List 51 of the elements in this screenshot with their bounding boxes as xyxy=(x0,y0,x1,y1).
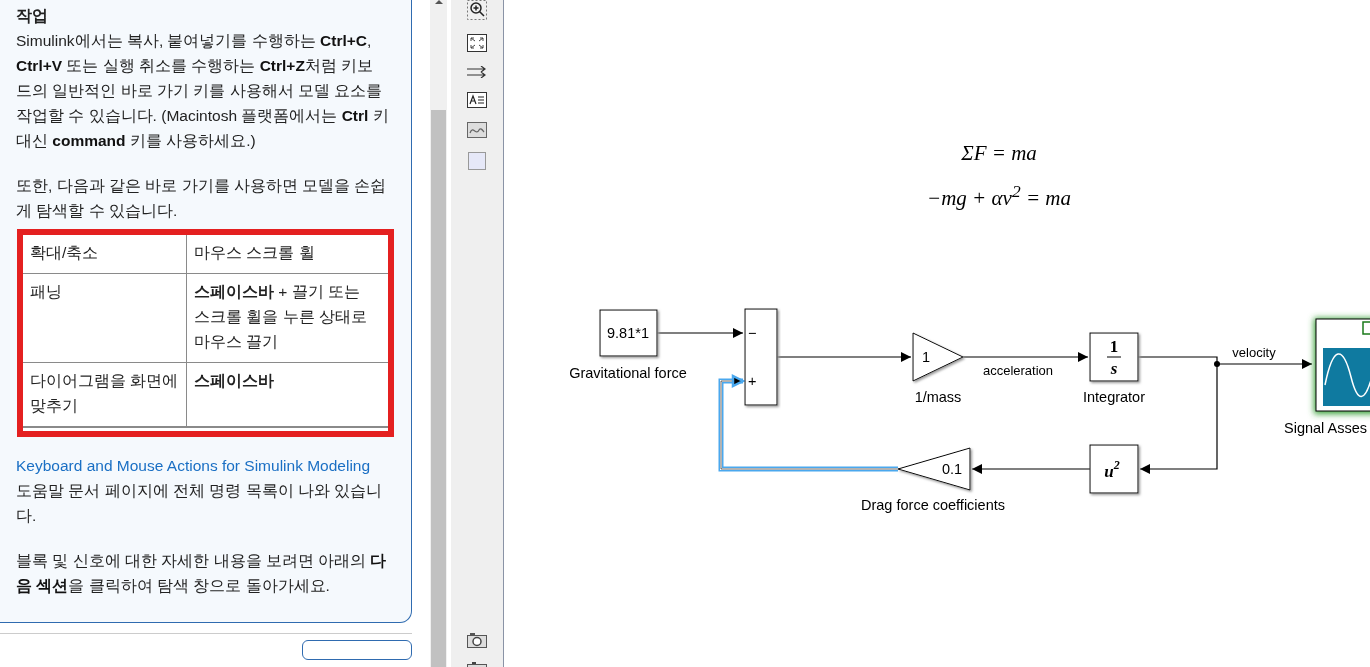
signal-label: velocity xyxy=(1232,345,1276,360)
signal-line[interactable] xyxy=(971,464,1091,474)
sum-block[interactable] xyxy=(744,308,778,406)
camera-icon[interactable] xyxy=(467,632,487,648)
paragraph: Keyboard and Mouse Actions for Simulink Modeling 도움말 문서 페이지에 전체 명령 목록이 나와 있습니다. xyxy=(16,456,384,526)
signal-line[interactable] xyxy=(962,352,1089,362)
paragraph: Simulink에서는 복사, 붙여넣기를 수행하는 Ctrl+C, Ctrl+V 또는 실행 취소를 수행하는 Ctrl+Z처럼 키보드의 일반적인 바로 가기 키를 사용해서 모델 요소를 작업할 수 있습니다. (Macintosh 플랫폼에서는 Ctrl 키 대신 command 키를 사용하세요.) xyxy=(16,31,389,151)
math-function-block[interactable] xyxy=(1089,444,1139,494)
block-label: Gravitational force xyxy=(569,365,687,381)
port-sign: − xyxy=(748,325,757,341)
integrator-block[interactable] xyxy=(1089,332,1139,382)
block-value: s xyxy=(1110,359,1118,378)
block-label: 1/mass xyxy=(914,389,962,405)
block-value: u$^{2}$ xyxy=(1104,458,1120,481)
block-value: 1 xyxy=(1109,337,1119,356)
equation: −mg + αv$^{2}$ = ma xyxy=(927,180,1071,212)
scroll-up-arrow-icon[interactable] xyxy=(434,0,443,4)
text-box-icon[interactable] xyxy=(467,92,487,108)
table-cell: 다이어그램을 화면에 맞추기 xyxy=(30,372,179,414)
scrollbar-thumb[interactable] xyxy=(431,110,446,667)
next-button[interactable] xyxy=(302,640,412,660)
block-value: 9.81*1 xyxy=(607,325,649,341)
signal-line[interactable] xyxy=(656,328,744,338)
section-heading: 작업 xyxy=(16,6,49,26)
paragraph: 블록 및 신호에 대한 자세한 내용을 보려면 아래의 다음 섹션을 클릭하여 탐색 창으로 돌아가세요. xyxy=(16,551,388,596)
arrows-icon[interactable] xyxy=(467,66,487,78)
table-cell: 스페이스바 xyxy=(194,372,274,389)
signal-assessment-block[interactable] xyxy=(1314,318,1370,414)
gain-block[interactable] xyxy=(897,447,971,491)
table-cell: 마우스 스크롤 휠 xyxy=(194,244,315,261)
constant-block[interactable] xyxy=(599,309,658,357)
port-sign: + xyxy=(748,373,757,389)
block-label: Integrator xyxy=(1082,389,1146,405)
zoom-in-icon[interactable] xyxy=(467,0,487,20)
image-icon[interactable] xyxy=(467,122,487,138)
table-cell: 스페이스바 + 끌기 또는 스크롤 휠을 누른 상태로 마우스 끌기 xyxy=(194,283,367,350)
table-cell: 패닝 xyxy=(30,283,62,300)
equation: ΣF = ma xyxy=(961,140,1037,167)
fit-view-icon[interactable] xyxy=(467,34,487,52)
block-label: Signal Asses xyxy=(1284,420,1368,436)
signal-line[interactable] xyxy=(776,352,912,362)
table-cell: 확대/축소 xyxy=(30,244,99,261)
doc-link[interactable]: Keyboard and Mouse Actions for Simulink Modeling xyxy=(16,457,371,474)
gain-block[interactable] xyxy=(912,332,964,382)
junction-dot xyxy=(1214,361,1220,367)
block-value: 1 xyxy=(921,349,931,365)
paragraph: 또한, 다음과 같은 바로 가기를 사용하면 모델을 손쉽게 탐색할 수 있습니다. xyxy=(16,176,388,221)
block-value: 0.1 xyxy=(941,461,963,477)
panel-icon[interactable] xyxy=(467,662,487,667)
block-label: Drag force coefficients xyxy=(861,497,1005,513)
signal-label: acceleration xyxy=(982,363,1054,378)
